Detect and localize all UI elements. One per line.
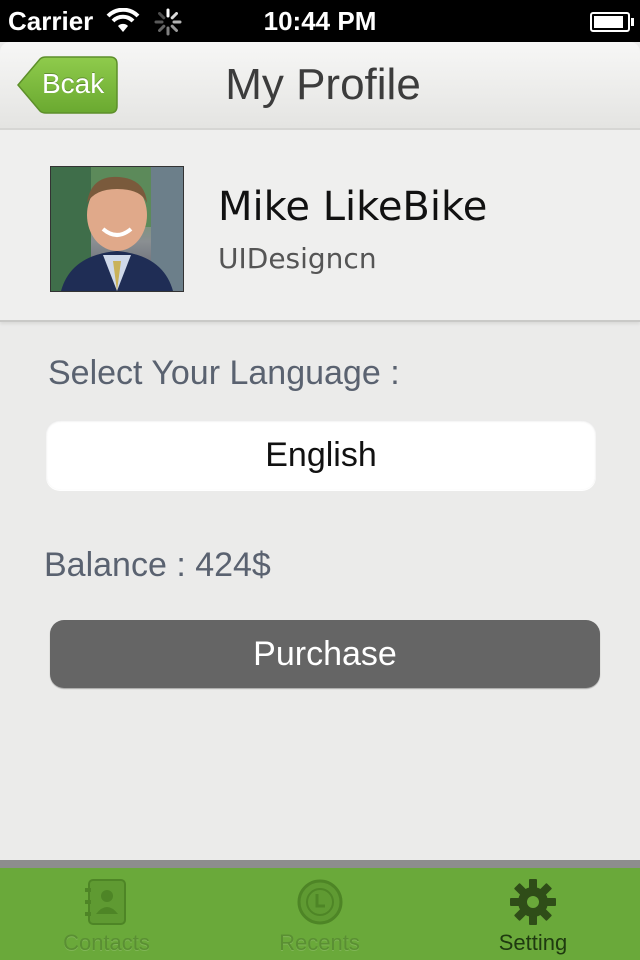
battery-fill [594,16,623,28]
profile-header: Mike LikeBike UIDesigncn [0,130,640,322]
page-title: My Profile [225,60,421,109]
tab-setting[interactable]: Setting [426,868,640,960]
contacts-book-icon [84,878,129,931]
tab-recents-label: Recents [279,930,360,955]
user-name: Mike LikeBike [218,184,488,230]
status-time: 10:44 PM [263,6,377,36]
navigation-bar: Bcak My Profile [0,42,640,130]
avatar [50,166,184,292]
avatar-portrait [51,167,183,291]
tab-contacts-label: Contacts [63,930,150,955]
battery-icon [590,12,634,32]
tab-contacts[interactable]: Contacts [0,868,213,960]
tab-setting-label: Setting [498,930,568,955]
tab-recents[interactable]: Recents [213,868,426,960]
purchase-button[interactable]: Purchase [50,620,600,688]
user-organization: UIDesigncn [218,242,377,275]
language-select[interactable]: English [46,420,596,490]
status-bar: Carrier 10:44 PM [0,0,640,42]
balance-text: Balance : 424$ [44,546,271,584]
tab-bar: Contacts Recents Setting [0,860,640,960]
language-label: Select Your Language : [48,354,400,392]
gear-icon [509,878,557,931]
clock-icon [296,878,344,931]
